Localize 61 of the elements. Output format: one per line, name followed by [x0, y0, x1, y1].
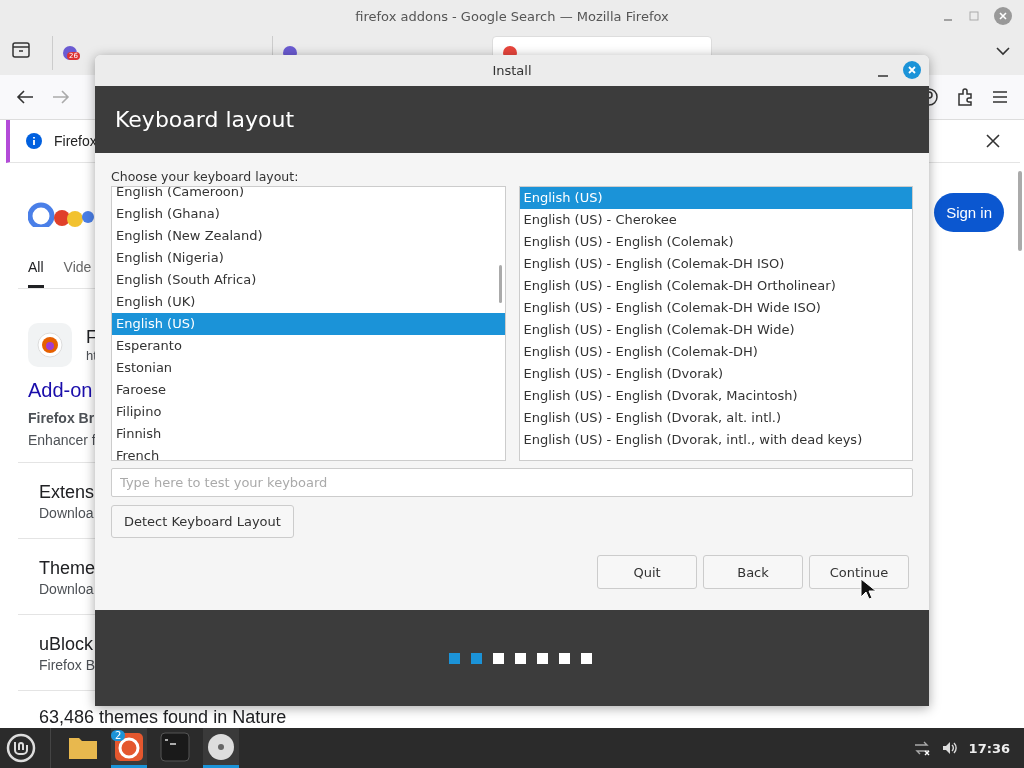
search-tab[interactable]: Vide	[63, 253, 92, 288]
result-title[interactable]: Theme	[39, 558, 96, 579]
clock: 17:36	[968, 740, 1010, 756]
result-link[interactable]: Add-on	[28, 379, 93, 402]
dialog-button[interactable]: Continue	[809, 555, 909, 589]
result-subtitle: Downloa	[39, 505, 94, 521]
result-subtitle: Firefox B	[39, 657, 95, 673]
prompt-label: Choose your keyboard layout:	[111, 169, 300, 184]
notification-badge: 2	[111, 730, 126, 741]
layout-item[interactable]: Filipino	[112, 401, 505, 423]
variant-item[interactable]: English (US) - English (Colemak-DH Wide ISO)	[519, 297, 912, 319]
variant-item[interactable]: English (US) - English (Colemak-DH ISO)	[519, 253, 912, 275]
result-title[interactable]: Extens	[39, 482, 95, 503]
tab-list-icon[interactable]	[12, 42, 30, 58]
menu-logo-icon[interactable]	[6, 733, 36, 763]
layout-item[interactable]: English (Nigeria)	[112, 247, 505, 269]
back-icon[interactable]	[16, 89, 34, 105]
variant-item[interactable]: English (US) - English (Dvorak, Macintosh)	[519, 385, 912, 407]
search-tab[interactable]: All	[28, 253, 44, 288]
variant-item[interactable]: English (US) - English (Colemak-DH)	[519, 341, 912, 363]
result-snippet: Firefox Br	[28, 410, 95, 426]
layout-item[interactable]: Esperanto	[112, 335, 505, 357]
site-icon	[28, 323, 72, 367]
puzzle-icon[interactable]	[956, 88, 974, 106]
window-title: firefox addons - Google Search — Mozilla Firefox	[355, 8, 669, 24]
layout-item[interactable]: Estonian	[112, 357, 505, 379]
variant-item[interactable]: English (US) - English (Colemak-DH Ortholinear)	[519, 275, 912, 297]
page-heading: Keyboard layout	[115, 107, 295, 132]
layout-item[interactable]: English (South Africa)	[112, 269, 505, 291]
close-icon[interactable]	[986, 134, 1000, 148]
variant-item[interactable]: English (US) - Cherokee	[519, 209, 912, 231]
result-site-name: F	[86, 327, 97, 348]
layout-item[interactable]: English (Cameroon)	[112, 187, 505, 203]
dialog-button[interactable]: Back	[703, 555, 803, 589]
variant-item[interactable]: English (US) - English (Dvorak, alt. intl.)	[519, 407, 912, 429]
menu-icon[interactable]	[992, 90, 1008, 104]
result-title[interactable]: uBlock	[39, 634, 94, 655]
layout-item[interactable]: Faroese	[112, 379, 505, 401]
layout-item[interactable]: English (UK)	[112, 291, 505, 313]
layout-item[interactable]: French	[112, 445, 505, 460]
sign-in-button[interactable]: Sign in	[934, 193, 1004, 232]
variant-item[interactable]: English (US) - English (Colemak)	[519, 231, 912, 253]
volume-icon[interactable]	[940, 740, 959, 756]
network-icon[interactable]	[912, 740, 931, 756]
keyboard-test-field[interactable]: Type here to test your keyboard	[111, 468, 913, 497]
result-subtitle: Downloa	[39, 581, 94, 597]
variant-item[interactable]: English (US) - English (Dvorak)	[519, 363, 912, 385]
dialog-button[interactable]: Quit	[597, 555, 697, 589]
detect-layout-button[interactable]: Detect Keyboard Layout	[111, 505, 294, 538]
layout-item[interactable]: Finnish	[112, 423, 505, 445]
info-icon	[26, 133, 42, 149]
variant-item[interactable]: English (US) - English (Dvorak, intl., with dead keys)	[519, 429, 912, 451]
chevron-down-icon[interactable]	[996, 46, 1010, 56]
results-count-text: 63,486 themes found in Nature	[39, 707, 287, 728]
disc-icon[interactable]	[206, 731, 236, 762]
dialog-title: Install	[492, 63, 532, 78]
layout-item[interactable]: English (New Zealand)	[112, 225, 505, 247]
variant-item[interactable]: English (US) - English (Colemak-DH Wide)	[519, 319, 912, 341]
mouse-pointer-icon	[860, 578, 876, 600]
fox-icon[interactable]	[114, 731, 144, 762]
layout-item[interactable]: English (Ghana)	[112, 203, 505, 225]
